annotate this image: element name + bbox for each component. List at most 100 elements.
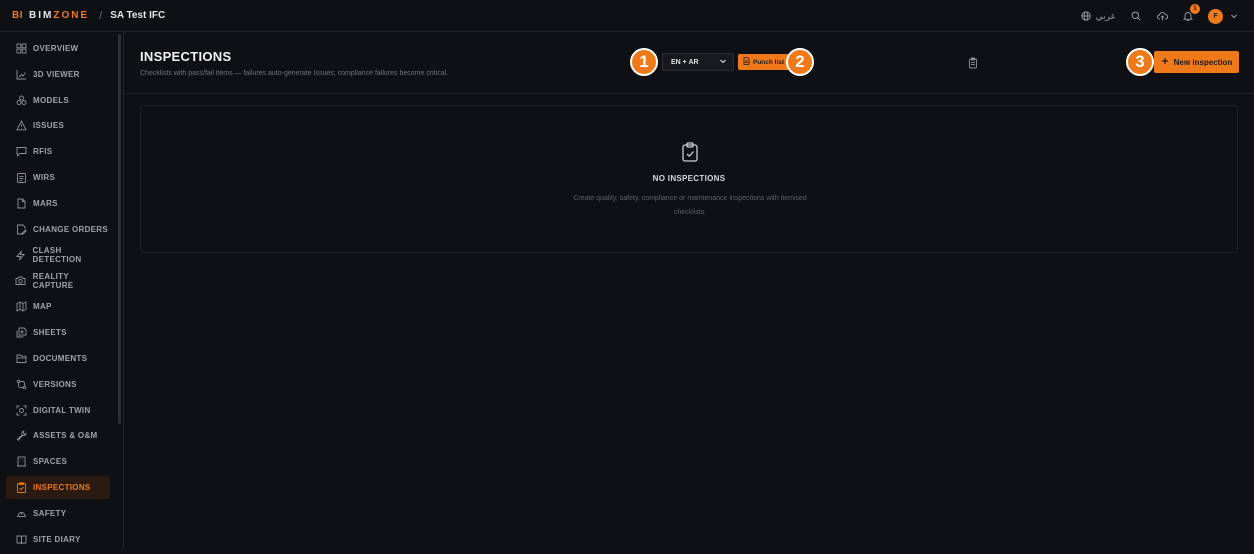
page-subtitle: Checklists with pass/fail items — failur… bbox=[140, 70, 449, 77]
punch-list-label: Punch list bbox=[753, 58, 785, 66]
logo-wordmark: BIMZONE bbox=[29, 10, 89, 21]
punch-list-button[interactable]: Punch list bbox=[738, 54, 790, 70]
sidebar-item-label: CHANGE ORDERS bbox=[33, 224, 109, 234]
top-bar: BI BIMZONE / SA Test IFC عربي 1 F bbox=[0, 0, 1254, 32]
sidebar-item-label: SITE DIARY bbox=[33, 534, 81, 544]
search-icon[interactable] bbox=[1130, 10, 1142, 22]
clipboard-check-icon bbox=[15, 482, 27, 494]
sidebar-item-wirs[interactable]: WIRS bbox=[6, 166, 110, 189]
sidebar-item-label: VERSIONS bbox=[33, 379, 77, 389]
sidebar-item-rfis[interactable]: RFIS bbox=[6, 140, 110, 163]
sidebar-item-overview[interactable]: OVERVIEW bbox=[6, 37, 110, 60]
logo-text-bim: BIM bbox=[29, 10, 54, 21]
sidebar-item-site-diary[interactable]: SITE DIARY bbox=[6, 528, 110, 551]
wrench-icon bbox=[15, 430, 27, 442]
document-icon bbox=[743, 57, 750, 67]
grid-icon bbox=[15, 43, 27, 55]
sidebar-item-change-orders[interactable]: CHANGE ORDERS bbox=[6, 218, 110, 241]
callout-marker-2: 2 bbox=[786, 48, 814, 76]
sidebar-item-mars[interactable]: MARS bbox=[6, 192, 110, 215]
sidebar-item-label: SHEETS bbox=[33, 328, 67, 338]
sidebar-item-documents[interactable]: DOCUMENTS bbox=[6, 347, 110, 370]
language-label: عربي bbox=[1095, 10, 1116, 21]
map-icon bbox=[15, 301, 27, 313]
chart-icon bbox=[15, 68, 27, 80]
sidebar-item-label: MAP bbox=[33, 302, 52, 312]
language-select-value: EN + AR bbox=[671, 58, 699, 66]
file-icon bbox=[15, 197, 27, 209]
top-actions: عربي 1 F bbox=[1080, 0, 1240, 32]
sidebar-item-label: OVERVIEW bbox=[33, 44, 79, 53]
main-content: INSPECTIONS Checklists with pass/fail it… bbox=[124, 32, 1254, 549]
sidebar-item-spaces[interactable]: SPACES bbox=[6, 450, 110, 473]
sidebar-item-3d-viewer[interactable]: 3D VIEWER bbox=[6, 63, 110, 86]
language-toggle[interactable]: عربي bbox=[1080, 10, 1116, 22]
sidebar: OVERVIEW 3D VIEWER MODELS ISSUES RFIS WIRS MAR… bbox=[0, 32, 124, 549]
edit-file-icon bbox=[15, 223, 27, 235]
sidebar-item-clash-detection[interactable]: CLASH DETECTION bbox=[6, 244, 110, 267]
sidebar-item-issues[interactable]: ISSUES bbox=[6, 114, 110, 137]
breadcrumb-project[interactable]: SA Test IFC bbox=[110, 10, 165, 21]
sidebar-item-label: REALITY CAPTURE bbox=[32, 271, 74, 290]
app-logo[interactable]: BI BIMZONE bbox=[12, 10, 89, 21]
sidebar-item-label: CLASH DETECTION bbox=[32, 246, 82, 265]
cloud-upload-icon[interactable] bbox=[1156, 10, 1168, 22]
clipboard-check-icon bbox=[681, 142, 699, 162]
building-icon bbox=[15, 456, 27, 468]
sidebar-item-models[interactable]: MODELS bbox=[6, 89, 110, 112]
avatar: F bbox=[1208, 8, 1223, 24]
sidebar-item-label: RFIS bbox=[33, 147, 53, 157]
notification-badge: 1 bbox=[1190, 4, 1200, 14]
sidebar-item-label: MARS bbox=[33, 198, 58, 208]
helmet-icon bbox=[15, 507, 27, 519]
callout-marker-1: 1 bbox=[630, 48, 658, 76]
sidebar-item-label: ASSETS & O&M bbox=[33, 431, 98, 441]
lightning-icon bbox=[15, 249, 27, 261]
scan-icon bbox=[15, 404, 27, 416]
sidebar-item-label: 3D VIEWER bbox=[33, 69, 80, 79]
sidebar-item-digital-twin[interactable]: DIGITAL TWIN bbox=[6, 399, 110, 422]
page-title: INSPECTIONS bbox=[140, 49, 232, 64]
language-select[interactable]: EN + AR bbox=[662, 53, 734, 71]
boxes-icon bbox=[15, 94, 27, 106]
sidebar-item-label: DIGITAL TWIN bbox=[33, 405, 91, 415]
new-inspection-button[interactable]: New inspection bbox=[1154, 51, 1239, 73]
sidebar-item-reality-capture[interactable]: REALITY CAPTURE bbox=[6, 269, 110, 292]
logo-text-zone: ZONE bbox=[53, 10, 90, 21]
user-menu[interactable]: F bbox=[1208, 8, 1240, 24]
breadcrumb-separator: / bbox=[99, 9, 103, 22]
sidebar-item-sheets[interactable]: SHEETS bbox=[6, 321, 110, 344]
sidebar-item-assets-and-oandm[interactable]: ASSETS & O&M bbox=[6, 424, 110, 447]
chevron-down-icon bbox=[1228, 10, 1240, 22]
empty-state-description: Create quality, safety, compliance or ma… bbox=[573, 195, 807, 216]
sidebar-item-label: MODELS bbox=[33, 95, 70, 105]
empty-state-card: NO INSPECTIONS Create quality, safety, c… bbox=[140, 105, 1238, 253]
logo-badge: BI bbox=[12, 10, 23, 21]
page-header: INSPECTIONS Checklists with pass/fail it… bbox=[124, 32, 1254, 94]
sidebar-item-label: DOCUMENTS bbox=[33, 353, 88, 363]
sidebar-nav: OVERVIEW 3D VIEWER MODELS ISSUES RFIS WIRS MAR… bbox=[6, 37, 110, 554]
sheets-icon bbox=[15, 327, 27, 339]
notifications-button[interactable]: 1 bbox=[1182, 4, 1200, 22]
sidebar-item-label: ISSUES bbox=[33, 121, 65, 131]
folder-icon bbox=[15, 352, 27, 364]
book-icon bbox=[15, 533, 27, 545]
clipboard-icon[interactable] bbox=[968, 56, 978, 69]
sidebar-item-label: SPACES bbox=[33, 457, 68, 467]
camera-icon bbox=[15, 275, 27, 287]
sidebar-item-map[interactable]: MAP bbox=[6, 295, 110, 318]
sidebar-item-safety[interactable]: SAFETY bbox=[6, 502, 110, 525]
clipboard-list-icon bbox=[15, 172, 27, 184]
plus-icon bbox=[1161, 57, 1169, 67]
new-inspection-label: New inspection bbox=[1173, 57, 1233, 67]
sidebar-item-label: SAFETY bbox=[33, 508, 67, 518]
git-compare-icon bbox=[15, 378, 27, 390]
sidebar-item-inspections[interactable]: INSPECTIONS bbox=[6, 476, 110, 500]
message-icon bbox=[15, 146, 27, 158]
callout-marker-3: 3 bbox=[1126, 48, 1154, 76]
chevron-down-icon bbox=[719, 57, 727, 67]
sidebar-item-versions[interactable]: VERSIONS bbox=[6, 373, 110, 396]
sidebar-item-label: WIRS bbox=[33, 173, 56, 183]
sidebar-item-label: INSPECTIONS bbox=[33, 483, 91, 493]
sidebar-scrollbar[interactable] bbox=[118, 34, 121, 424]
